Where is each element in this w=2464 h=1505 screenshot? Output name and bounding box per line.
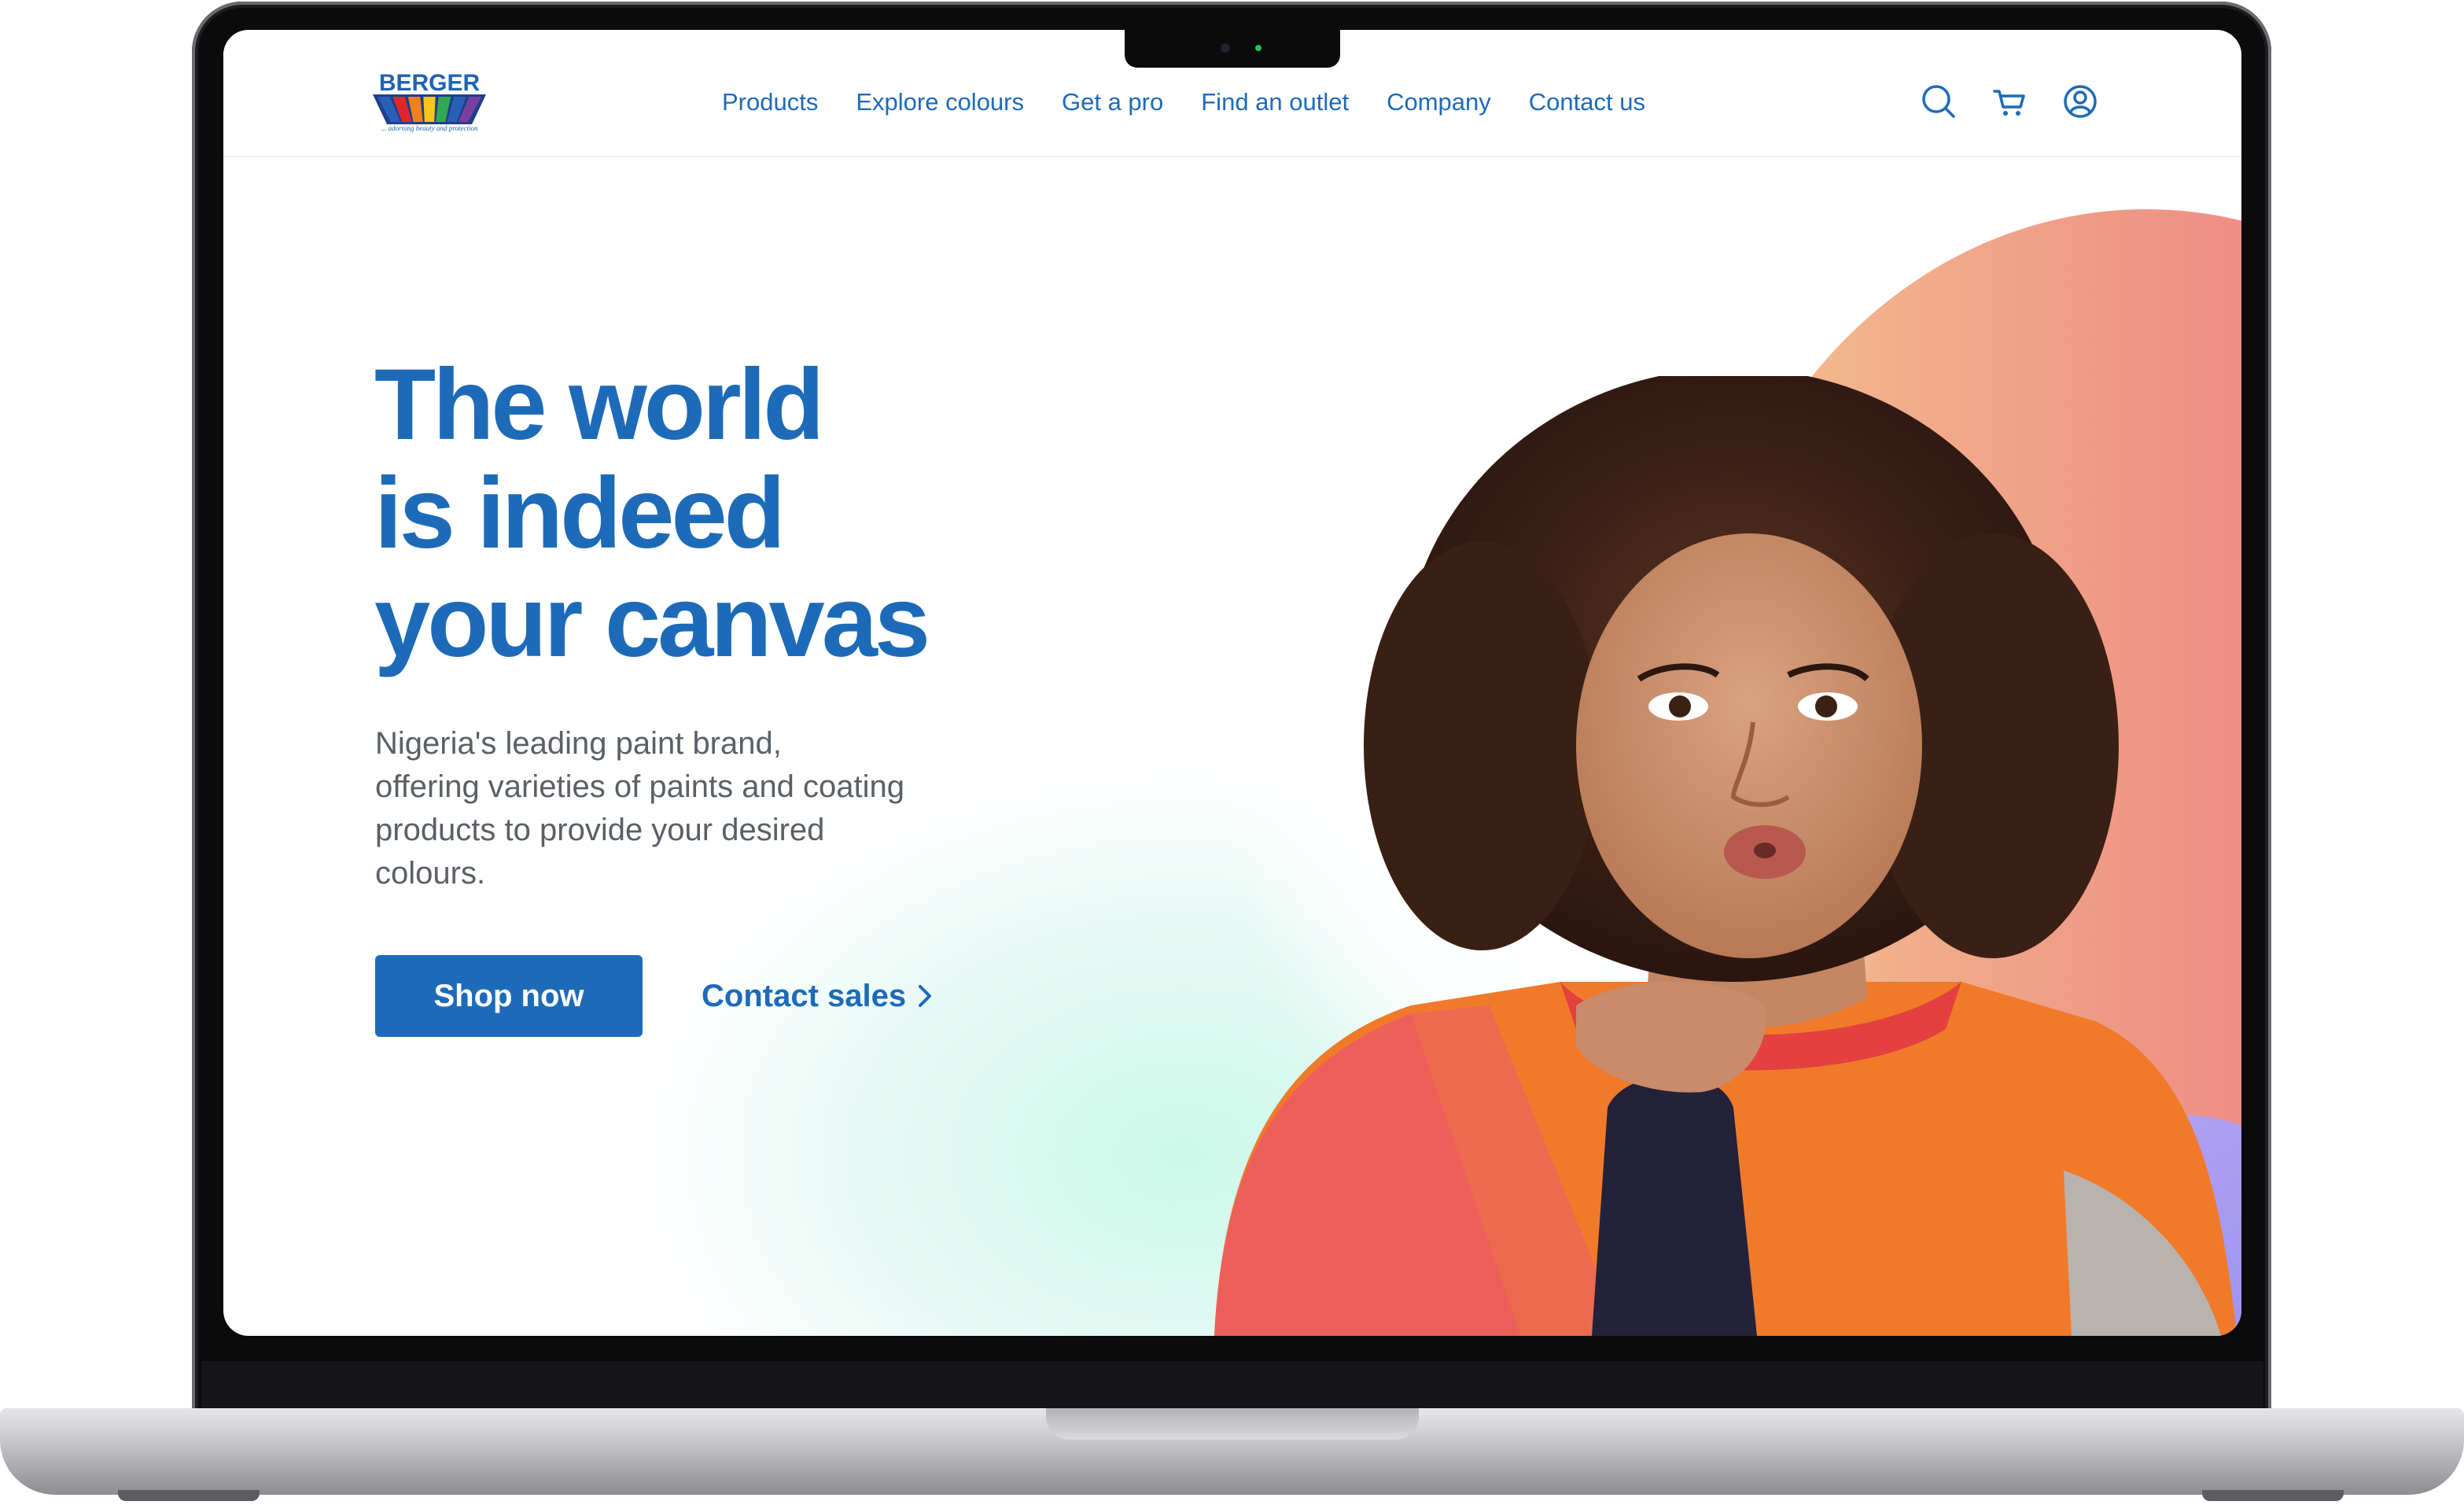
chevron-right-icon — [919, 985, 932, 1007]
header-actions — [1919, 82, 2100, 121]
account-icon[interactable] — [2061, 82, 2100, 121]
nav-get-a-pro[interactable]: Get a pro — [1062, 87, 1163, 118]
nav-contact-us[interactable]: Contact us — [1529, 87, 1645, 118]
hero-description-line: products to provide your desired — [375, 813, 825, 847]
screen-bottom-bezel — [201, 1361, 2263, 1410]
logo-stripe — [423, 97, 436, 122]
hero-description-line: offering varieties of paints and coating — [375, 769, 905, 804]
cart-icon[interactable] — [1990, 82, 2029, 121]
logo-stripes-icon — [373, 94, 486, 124]
hero-headline-line: is indeed — [374, 457, 786, 570]
nav-find-an-outlet[interactable]: Find an outlet — [1201, 87, 1349, 118]
camera-lens — [1221, 43, 1230, 53]
hero-headline: The world is indeed your canvas — [374, 351, 1161, 677]
hero-description-line: colours. — [375, 856, 486, 891]
laptop-foot-left — [118, 1490, 260, 1501]
contact-sales-label: Contact sales — [702, 979, 907, 1013]
search-icon[interactable] — [1919, 82, 1958, 121]
nav-company[interactable]: Company — [1387, 87, 1491, 118]
berger-logo[interactable]: BERGER ... adorning beauty and protectio… — [370, 71, 489, 135]
shop-now-button[interactable]: Shop now — [375, 955, 643, 1037]
main-navigation: Products Explore colours Get a pro Find … — [722, 87, 1645, 118]
contact-sales-link[interactable]: Contact sales — [702, 974, 933, 1018]
logo-tagline: ... adorning beauty and protection — [381, 124, 478, 132]
laptop-opening-notch — [1046, 1408, 1419, 1440]
hero-portrait-image — [1214, 376, 2237, 1336]
hero-description-line: Nigeria's leading paint brand, — [375, 726, 782, 761]
laptop-foot-right — [2202, 1490, 2344, 1501]
camera-notch — [1125, 30, 1340, 68]
camera-indicator-light — [1255, 45, 1261, 51]
hero-headline-line: The world — [374, 349, 824, 461]
website-screen: BERGER ... adorning beauty and protectio… — [223, 30, 2241, 1336]
logo-wordmark: BERGER — [378, 70, 481, 96]
nav-explore-colours[interactable]: Explore colours — [856, 87, 1024, 118]
nav-products[interactable]: Products — [722, 87, 818, 118]
hero-description: Nigeria's leading paint brand, offering … — [375, 722, 1004, 895]
hero-headline-line: your canvas — [374, 566, 930, 678]
